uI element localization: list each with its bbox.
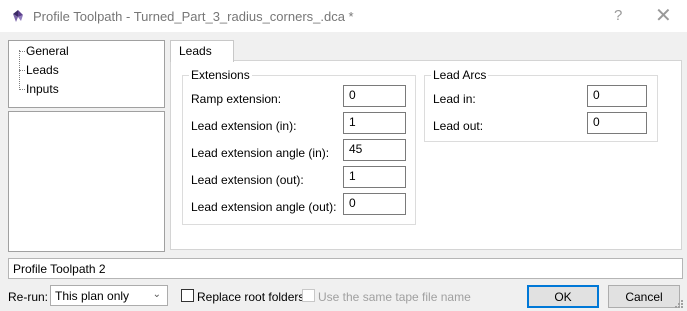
same-tape-file-checkbox[interactable] [302, 289, 315, 302]
plan-name-field[interactable]: Profile Toolpath 2 [8, 258, 683, 279]
lead-extension-out-label: Lead extension (out): [191, 173, 304, 187]
extensions-group-title: Extensions [189, 68, 252, 82]
tree-item-general[interactable]: General [26, 44, 69, 58]
lead-in-label: Lead in: [433, 92, 476, 106]
tree-item-inputs[interactable]: Inputs [26, 82, 59, 96]
rerun-label: Re-run: [8, 290, 49, 304]
lead-out-input[interactable]: 0 [587, 112, 647, 134]
chevron-down-icon: ⌄ [152, 289, 161, 300]
resize-grip-icon[interactable] [673, 298, 684, 309]
help-button[interactable]: ? [614, 7, 622, 24]
lead-extension-angle-out-input[interactable]: 0 [343, 193, 406, 215]
lead-out-label: Lead out: [433, 119, 484, 133]
rerun-select-value: This plan only [55, 289, 130, 303]
preview-pane [8, 111, 165, 252]
lead-extension-in-input[interactable]: 1 [343, 112, 406, 134]
tree-connector [19, 70, 25, 71]
app-icon [13, 10, 23, 22]
lead-extension-angle-out-label: Lead extension angle (out): [191, 200, 337, 214]
lead-extension-angle-in-input[interactable]: 45 [343, 139, 406, 161]
lead-arcs-group: Lead Arcs Lead in: 0 Lead out: 0 [424, 68, 658, 142]
same-tape-file-label: Use the same tape file name [318, 290, 471, 304]
page-tree: General Leads Inputs [8, 40, 165, 108]
lead-extension-in-label: Lead extension (in): [191, 119, 297, 133]
extensions-group: Extensions Ramp extension: 0 Lead extens… [182, 68, 416, 225]
ramp-extension-label: Ramp extension: [191, 92, 282, 106]
tree-connector [19, 51, 25, 52]
replace-root-folders-checkbox[interactable] [181, 289, 194, 302]
tab-leads[interactable]: Leads [170, 40, 234, 62]
lead-extension-out-input[interactable]: 1 [343, 166, 406, 188]
lead-in-input[interactable]: 0 [587, 85, 647, 107]
close-button[interactable]: ✕ [655, 3, 672, 28]
tree-connector [19, 89, 25, 90]
cancel-button[interactable]: Cancel [608, 285, 680, 308]
tree-item-leads[interactable]: Leads [26, 63, 59, 77]
replace-root-folders-label: Replace root folders [197, 290, 305, 304]
lead-arcs-group-title: Lead Arcs [431, 68, 489, 82]
window-title: Profile Toolpath - Turned_Part_3_radius_… [33, 9, 354, 24]
ok-button[interactable]: OK [527, 285, 599, 308]
rerun-select[interactable]: This plan only ⌄ [50, 285, 168, 306]
leads-panel: Extensions Ramp extension: 0 Lead extens… [170, 60, 682, 250]
title-bar: Profile Toolpath - Turned_Part_3_radius_… [0, 0, 687, 32]
ramp-extension-input[interactable]: 0 [343, 85, 406, 107]
tab-label: Leads [179, 44, 212, 58]
lead-extension-angle-in-label: Lead extension angle (in): [191, 146, 330, 160]
